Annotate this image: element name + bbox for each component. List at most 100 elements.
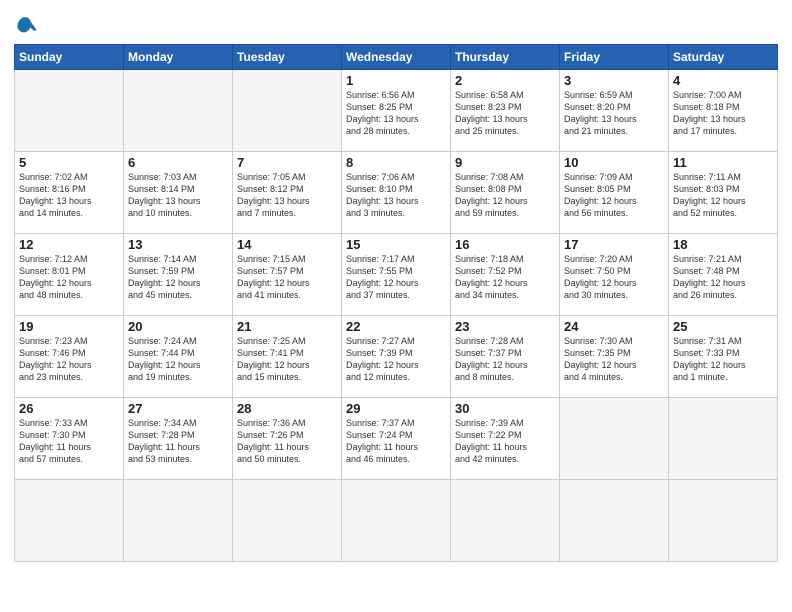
calendar-cell: 10Sunrise: 7:09 AM Sunset: 8:05 PM Dayli… — [560, 152, 669, 234]
day-info: Sunrise: 7:00 AM Sunset: 8:18 PM Dayligh… — [673, 89, 773, 138]
day-number: 20 — [128, 319, 228, 334]
calendar-cell: 9Sunrise: 7:08 AM Sunset: 8:08 PM Daylig… — [451, 152, 560, 234]
day-info: Sunrise: 7:20 AM Sunset: 7:50 PM Dayligh… — [564, 253, 664, 302]
weekday-header-row: SundayMondayTuesdayWednesdayThursdayFrid… — [15, 45, 778, 70]
calendar-table: SundayMondayTuesdayWednesdayThursdayFrid… — [14, 44, 778, 562]
calendar-cell: 5Sunrise: 7:02 AM Sunset: 8:16 PM Daylig… — [15, 152, 124, 234]
calendar-cell: 29Sunrise: 7:37 AM Sunset: 7:24 PM Dayli… — [342, 398, 451, 480]
day-info: Sunrise: 7:21 AM Sunset: 7:48 PM Dayligh… — [673, 253, 773, 302]
day-number: 24 — [564, 319, 664, 334]
weekday-monday: Monday — [124, 45, 233, 70]
weekday-friday: Friday — [560, 45, 669, 70]
calendar-cell: 3Sunrise: 6:59 AM Sunset: 8:20 PM Daylig… — [560, 70, 669, 152]
day-number: 29 — [346, 401, 446, 416]
calendar-row — [15, 480, 778, 562]
weekday-saturday: Saturday — [669, 45, 778, 70]
weekday-tuesday: Tuesday — [233, 45, 342, 70]
day-info: Sunrise: 7:14 AM Sunset: 7:59 PM Dayligh… — [128, 253, 228, 302]
day-info: Sunrise: 7:23 AM Sunset: 7:46 PM Dayligh… — [19, 335, 119, 384]
day-info: Sunrise: 7:25 AM Sunset: 7:41 PM Dayligh… — [237, 335, 337, 384]
calendar-cell: 20Sunrise: 7:24 AM Sunset: 7:44 PM Dayli… — [124, 316, 233, 398]
day-info: Sunrise: 6:56 AM Sunset: 8:25 PM Dayligh… — [346, 89, 446, 138]
logo — [14, 14, 38, 36]
calendar-cell: 13Sunrise: 7:14 AM Sunset: 7:59 PM Dayli… — [124, 234, 233, 316]
day-info: Sunrise: 7:09 AM Sunset: 8:05 PM Dayligh… — [564, 171, 664, 220]
calendar-cell: 24Sunrise: 7:30 AM Sunset: 7:35 PM Dayli… — [560, 316, 669, 398]
day-number: 16 — [455, 237, 555, 252]
calendar-cell — [560, 398, 669, 480]
day-number: 7 — [237, 155, 337, 170]
calendar-cell — [15, 70, 124, 152]
weekday-thursday: Thursday — [451, 45, 560, 70]
calendar-cell: 2Sunrise: 6:58 AM Sunset: 8:23 PM Daylig… — [451, 70, 560, 152]
day-info: Sunrise: 7:36 AM Sunset: 7:26 PM Dayligh… — [237, 417, 337, 466]
calendar-cell: 30Sunrise: 7:39 AM Sunset: 7:22 PM Dayli… — [451, 398, 560, 480]
day-number: 10 — [564, 155, 664, 170]
day-number: 14 — [237, 237, 337, 252]
day-info: Sunrise: 7:06 AM Sunset: 8:10 PM Dayligh… — [346, 171, 446, 220]
day-number: 13 — [128, 237, 228, 252]
day-info: Sunrise: 7:33 AM Sunset: 7:30 PM Dayligh… — [19, 417, 119, 466]
calendar-cell: 14Sunrise: 7:15 AM Sunset: 7:57 PM Dayli… — [233, 234, 342, 316]
day-number: 21 — [237, 319, 337, 334]
calendar-cell: 1Sunrise: 6:56 AM Sunset: 8:25 PM Daylig… — [342, 70, 451, 152]
calendar-cell: 8Sunrise: 7:06 AM Sunset: 8:10 PM Daylig… — [342, 152, 451, 234]
calendar-cell — [124, 70, 233, 152]
calendar-cell: 27Sunrise: 7:34 AM Sunset: 7:28 PM Dayli… — [124, 398, 233, 480]
header — [14, 10, 778, 36]
calendar-cell — [15, 480, 124, 562]
day-info: Sunrise: 7:27 AM Sunset: 7:39 PM Dayligh… — [346, 335, 446, 384]
day-number: 3 — [564, 73, 664, 88]
day-info: Sunrise: 6:59 AM Sunset: 8:20 PM Dayligh… — [564, 89, 664, 138]
calendar-cell — [669, 398, 778, 480]
calendar-cell: 26Sunrise: 7:33 AM Sunset: 7:30 PM Dayli… — [15, 398, 124, 480]
day-number: 4 — [673, 73, 773, 88]
day-info: Sunrise: 7:03 AM Sunset: 8:14 PM Dayligh… — [128, 171, 228, 220]
day-info: Sunrise: 7:37 AM Sunset: 7:24 PM Dayligh… — [346, 417, 446, 466]
calendar-cell: 11Sunrise: 7:11 AM Sunset: 8:03 PM Dayli… — [669, 152, 778, 234]
day-info: Sunrise: 7:39 AM Sunset: 7:22 PM Dayligh… — [455, 417, 555, 466]
day-number: 9 — [455, 155, 555, 170]
day-info: Sunrise: 7:30 AM Sunset: 7:35 PM Dayligh… — [564, 335, 664, 384]
calendar-row: 26Sunrise: 7:33 AM Sunset: 7:30 PM Dayli… — [15, 398, 778, 480]
day-number: 28 — [237, 401, 337, 416]
day-info: Sunrise: 7:12 AM Sunset: 8:01 PM Dayligh… — [19, 253, 119, 302]
calendar-row: 12Sunrise: 7:12 AM Sunset: 8:01 PM Dayli… — [15, 234, 778, 316]
weekday-wednesday: Wednesday — [342, 45, 451, 70]
calendar-cell: 6Sunrise: 7:03 AM Sunset: 8:14 PM Daylig… — [124, 152, 233, 234]
calendar-cell — [669, 480, 778, 562]
day-number: 1 — [346, 73, 446, 88]
day-number: 25 — [673, 319, 773, 334]
day-number: 26 — [19, 401, 119, 416]
calendar-row: 1Sunrise: 6:56 AM Sunset: 8:25 PM Daylig… — [15, 70, 778, 152]
calendar-cell — [233, 480, 342, 562]
calendar-cell — [342, 480, 451, 562]
calendar-row: 19Sunrise: 7:23 AM Sunset: 7:46 PM Dayli… — [15, 316, 778, 398]
day-info: Sunrise: 7:17 AM Sunset: 7:55 PM Dayligh… — [346, 253, 446, 302]
calendar-row: 5Sunrise: 7:02 AM Sunset: 8:16 PM Daylig… — [15, 152, 778, 234]
calendar-cell: 19Sunrise: 7:23 AM Sunset: 7:46 PM Dayli… — [15, 316, 124, 398]
day-info: Sunrise: 7:31 AM Sunset: 7:33 PM Dayligh… — [673, 335, 773, 384]
day-number: 2 — [455, 73, 555, 88]
day-info: Sunrise: 7:02 AM Sunset: 8:16 PM Dayligh… — [19, 171, 119, 220]
day-number: 6 — [128, 155, 228, 170]
calendar-cell: 18Sunrise: 7:21 AM Sunset: 7:48 PM Dayli… — [669, 234, 778, 316]
day-number: 12 — [19, 237, 119, 252]
day-number: 22 — [346, 319, 446, 334]
day-info: Sunrise: 7:28 AM Sunset: 7:37 PM Dayligh… — [455, 335, 555, 384]
day-info: Sunrise: 6:58 AM Sunset: 8:23 PM Dayligh… — [455, 89, 555, 138]
calendar-cell — [124, 480, 233, 562]
calendar-cell — [451, 480, 560, 562]
day-info: Sunrise: 7:08 AM Sunset: 8:08 PM Dayligh… — [455, 171, 555, 220]
calendar-cell — [560, 480, 669, 562]
calendar-cell: 12Sunrise: 7:12 AM Sunset: 8:01 PM Dayli… — [15, 234, 124, 316]
day-info: Sunrise: 7:11 AM Sunset: 8:03 PM Dayligh… — [673, 171, 773, 220]
day-number: 18 — [673, 237, 773, 252]
day-info: Sunrise: 7:05 AM Sunset: 8:12 PM Dayligh… — [237, 171, 337, 220]
day-info: Sunrise: 7:18 AM Sunset: 7:52 PM Dayligh… — [455, 253, 555, 302]
day-number: 5 — [19, 155, 119, 170]
calendar-cell — [233, 70, 342, 152]
day-number: 19 — [19, 319, 119, 334]
calendar-cell: 17Sunrise: 7:20 AM Sunset: 7:50 PM Dayli… — [560, 234, 669, 316]
logo-bird-icon — [16, 14, 38, 36]
